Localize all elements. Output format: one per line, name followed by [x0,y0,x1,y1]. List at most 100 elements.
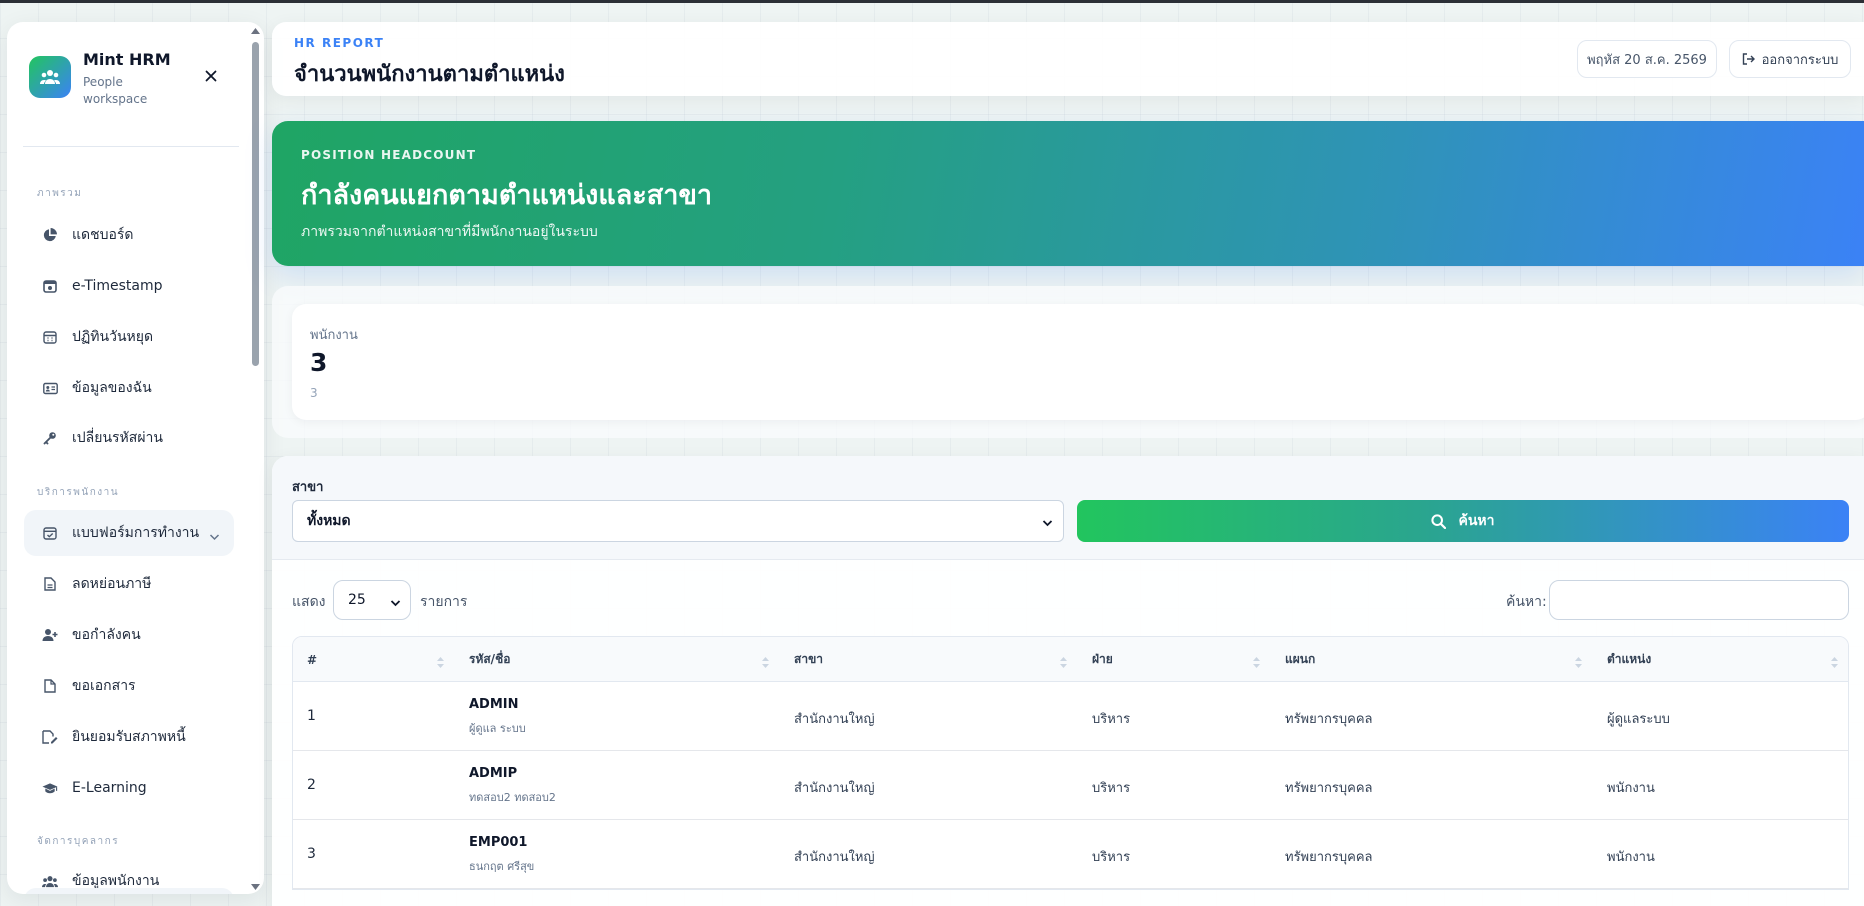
employee-code: ADMIP [469,766,518,781]
sidebar-item-debt-acknowledgement[interactable]: ยินยอมรับสภาพหนี้ [24,714,234,760]
sidebar-item-label: ปฏิทินวันหยุด [72,329,154,345]
sidebar-item-dashboard[interactable]: แดชบอร์ด [24,212,234,258]
sort-icon [1575,653,1582,672]
sidebar-item-label: ข้อมูลของฉัน [72,380,152,396]
search-button[interactable]: ค้นหา [1077,500,1849,542]
report-panel: สาขา ทั้งหมด ค้นหา แสดง 25 รายการ ค้นหา:… [272,456,1864,906]
sidebar-item-label: ลดหย่อนภาษี [72,576,152,592]
sidebar-item-e-learning[interactable]: E-Learning [24,765,234,811]
stat-label: พนักงาน [310,328,358,343]
sidebar-item-label: ขอเอกสาร [72,678,136,694]
users-logo-icon [29,56,71,98]
document-icon [42,678,58,694]
table-search-input[interactable] [1549,580,1849,620]
employee-code: ADMIN [469,697,519,712]
calendar-icon [42,329,58,345]
employee-name: ธนกฤต ศรีสุข [469,860,535,873]
row-number: 3 [307,846,316,862]
sidebar-item-holiday-calendar[interactable]: ปฏิทินวันหยุด [24,314,234,360]
sidebar-item-label: e-Timestamp [72,278,163,294]
sort-icon [1253,653,1260,672]
employee-name: ผู้ดูแล ระบบ [469,722,526,735]
file-icon [42,576,58,592]
sidebar-item-document-request[interactable]: ขอเอกสาร [24,663,234,709]
window-top-border [0,0,1864,3]
sort-icon [1831,653,1838,672]
column-header-division[interactable]: ฝ่าย [1092,637,1242,682]
chevron-down-icon [209,526,220,545]
branch-select-value: ทั้งหมด [307,513,351,529]
page-header: HR REPORT จำนวนพนักงานตามตำแหน่ง พฤหัส 2… [272,22,1864,96]
row-number: 2 [307,777,316,793]
position-cell: พนักงาน [1607,850,1655,865]
table-search-label: ค้นหา: [1506,594,1547,610]
position-cell: พนักงาน [1607,781,1655,796]
sidebar-item-label: เปลี่ยนรหัสผ่าน [72,430,163,446]
table-row: 3 EMP001 ธนกฤต ศรีสุข สำนักงานใหญ่ บริหา… [293,820,1848,889]
close-icon [205,70,217,82]
nav-section-personnel-management: จัดการบุคลากร [37,836,120,847]
signature-icon [42,729,58,745]
branch-select[interactable]: ทั้งหมด [292,500,1064,542]
sidebar-item-tax-deduction[interactable]: ลดหย่อนภาษี [24,561,234,607]
hero-eyebrow: POSITION HEADCOUNT [301,148,477,162]
column-header-department[interactable]: แผนก [1285,637,1565,682]
sidebar: Mint HRM People workspace ภาพรวม แดชบอร์… [7,22,264,894]
calendar-check-icon [42,525,58,541]
sort-icon [762,653,769,672]
hero-banner: POSITION HEADCOUNT กำลังคนแยกตามตำแหน่งแ… [272,121,1864,266]
employee-code: EMP001 [469,835,528,850]
branch-cell: สำนักงานใหญ่ [794,712,875,727]
divider [23,146,239,147]
branch-cell: สำนักงานใหญ่ [794,781,875,796]
show-label: แสดง [292,594,326,610]
scroll-up-arrow-icon[interactable] [250,26,260,36]
column-header-code-name[interactable]: รหัส/ชื่อ [469,637,739,682]
sidebar-item-label: ขอกำลังคน [72,627,141,643]
brand: Mint HRM People workspace [29,50,249,122]
logout-label: ออกจากระบบ [1761,52,1839,68]
brand-subtitle: People workspace [83,75,148,106]
page-title: จำนวนพนักงานตามตำแหน่ง [294,62,565,87]
employee-count-card: พนักงาน 3 3 [292,304,1864,420]
page-size-select[interactable]: 25 [333,580,411,620]
hero-subtitle: ภาพรวมจากตำแหน่งสาขาที่มีพนักงานอยู่ในระ… [301,224,598,240]
close-sidebar-button[interactable] [199,64,223,88]
scroll-down-arrow-icon[interactable] [250,882,260,892]
stat-section: พนักงาน 3 3 [272,286,1864,438]
column-header-branch[interactable]: สาขา [794,637,1064,682]
column-header-position[interactable]: ตำแหน่ง [1607,637,1807,682]
logout-button[interactable]: ออกจากระบบ [1729,40,1851,78]
entries-label: รายการ [420,594,468,610]
nav-section-overview: ภาพรวม [37,188,83,199]
chevron-down-icon [390,595,401,611]
sidebar-item-work-forms[interactable]: แบบฟอร์มการทำงาน [24,510,234,556]
scrollbar-thumb[interactable] [252,42,259,366]
sidebar-scrollbar[interactable] [248,22,262,894]
sort-icon [1060,653,1067,672]
calendar-clock-icon [42,278,58,294]
nav-section-employee-services: บริการพนักงาน [37,487,120,498]
division-cell: บริหาร [1092,781,1131,796]
position-cell: ผู้ดูแลระบบ [1607,712,1670,727]
table-row: 2 ADMIP ทดสอบ2 ทดสอบ2 สำนักงานใหญ่ บริหา… [293,751,1848,820]
stat-value: 3 [310,348,328,377]
logout-icon [1742,53,1755,65]
table-row: 1 ADMIN ผู้ดูแล ระบบ สำนักงานใหญ่ บริหาร… [293,682,1848,751]
sidebar-item-partial[interactable] [24,888,234,894]
search-button-label: ค้นหา [1458,513,1495,529]
search-icon [1431,513,1447,529]
sidebar-item-manpower-request[interactable]: ขอกำลังคน [24,612,234,658]
employee-name: ทดสอบ2 ทดสอบ2 [469,791,556,804]
division-cell: บริหาร [1092,712,1131,727]
page-size-value: 25 [348,592,366,608]
column-header-number[interactable]: # [307,637,447,682]
key-icon [42,430,58,446]
sidebar-item-my-profile[interactable]: ข้อมูลของฉัน [24,365,234,411]
sidebar-item-change-password[interactable]: เปลี่ยนรหัสผ่าน [24,415,234,461]
branch-cell: สำนักงานใหญ่ [794,850,875,865]
hero-title: กำลังคนแยกตามตำแหน่งและสาขา [301,180,713,211]
sort-icon [437,653,444,672]
sidebar-item-label: ยินยอมรับสภาพหนี้ [72,729,186,745]
sidebar-item-e-timestamp[interactable]: e-Timestamp [24,263,234,309]
